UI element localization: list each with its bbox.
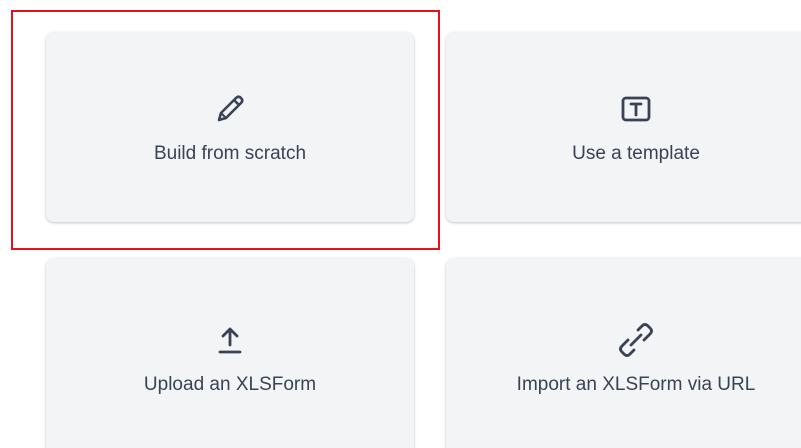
template-icon [616,89,656,129]
import-xlsform-url-label: Import an XLSForm via URL [516,373,756,395]
pencil-icon [210,89,250,129]
use-template-button[interactable]: Use a template [446,32,801,222]
use-template-label: Use a template [572,142,700,164]
upload-icon [210,320,250,360]
build-from-scratch-label: Build from scratch [153,142,307,164]
upload-xlsform-label: Upload an XLSForm [143,373,317,395]
project-creation-options: Build from scratch Use a template Upload… [0,0,801,448]
import-xlsform-url-button[interactable]: Import an XLSForm via URL [446,258,801,448]
upload-xlsform-button[interactable]: Upload an XLSForm [46,258,414,448]
build-from-scratch-button[interactable]: Build from scratch [46,32,414,222]
link-icon [616,320,656,360]
